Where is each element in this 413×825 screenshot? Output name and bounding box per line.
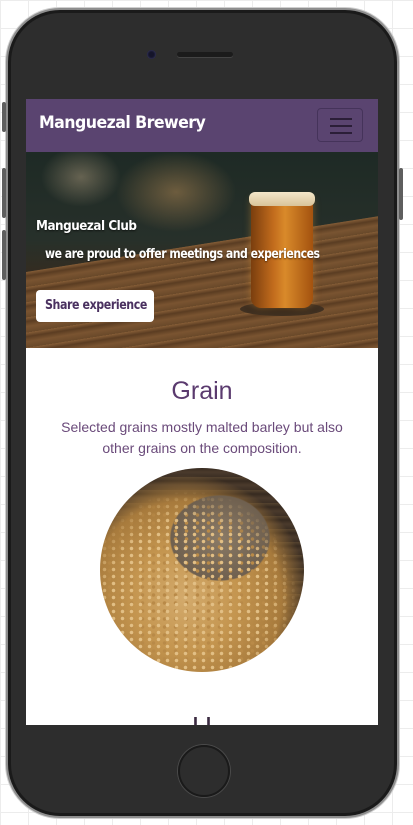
hamburger-menu-icon[interactable] <box>317 108 363 142</box>
hero-title: Manguezal Club <box>36 219 137 234</box>
next-section-title: H <box>26 711 378 725</box>
share-experience-button[interactable]: Share experience <box>36 290 154 322</box>
menu-bar-bottom <box>330 132 352 134</box>
grain-sack-image <box>100 468 304 672</box>
navbar: Manguezal Brewery <box>26 99 378 152</box>
navbar-brand[interactable]: Manguezal Brewery <box>39 113 206 133</box>
hero-banner: Manguezal Club we are proud to offer mee… <box>26 152 378 348</box>
grain-texture <box>100 468 304 672</box>
beer-foam-image <box>249 192 315 206</box>
menu-bar-top <box>330 118 352 120</box>
power-button <box>399 168 403 220</box>
volume-down-button <box>2 230 6 280</box>
front-camera-icon <box>147 50 156 59</box>
mute-switch <box>2 102 6 132</box>
menu-bar-middle <box>330 125 352 127</box>
home-button[interactable] <box>178 745 230 797</box>
section-title: Grain <box>171 377 233 405</box>
speaker-grille <box>177 52 233 57</box>
section-description: Selected grains mostly malted barley but… <box>61 419 343 456</box>
volume-up-button <box>2 168 6 218</box>
hero-subtitle: we are proud to offer meetings and exper… <box>45 247 320 262</box>
share-experience-label: Share experience <box>44 298 147 313</box>
phone-screen: Manguezal Brewery Manguezal Club we are … <box>26 99 378 725</box>
viewport-background: Manguezal Brewery Manguezal Club we are … <box>0 0 413 825</box>
